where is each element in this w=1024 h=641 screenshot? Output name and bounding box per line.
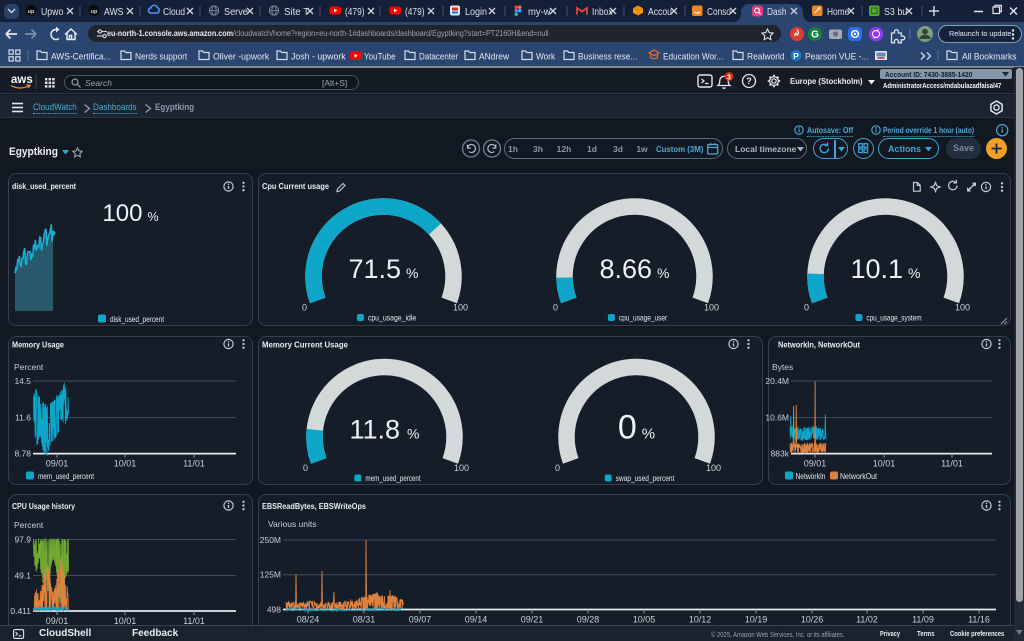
svg-text:cpu_usage_system: cpu_usage_system bbox=[866, 313, 921, 323]
svg-text:Cpu Current usage: Cpu Current usage bbox=[262, 181, 329, 191]
svg-text:10.1: 10.1 bbox=[851, 254, 904, 284]
svg-text:11/01: 11/01 bbox=[941, 459, 963, 469]
svg-text:disk_used_percent: disk_used_percent bbox=[110, 314, 164, 324]
svg-text:49.1: 49.1 bbox=[14, 571, 31, 581]
svg-text:11/16: 11/16 bbox=[968, 615, 990, 625]
svg-text:97.9: 97.9 bbox=[14, 535, 31, 545]
svg-text:100: 100 bbox=[955, 303, 970, 313]
svg-text:0: 0 bbox=[618, 409, 637, 447]
svg-text:Memory Usage: Memory Usage bbox=[12, 340, 64, 350]
svg-text:08/24: 08/24 bbox=[297, 615, 320, 625]
svg-text:100: 100 bbox=[454, 463, 469, 473]
svg-text:11/09: 11/09 bbox=[912, 615, 934, 625]
svg-text:10/01: 10/01 bbox=[114, 459, 137, 469]
svg-text:10/19: 10/19 bbox=[745, 615, 768, 625]
svg-text:0: 0 bbox=[555, 463, 560, 473]
svg-text:Percent: Percent bbox=[14, 362, 44, 372]
svg-text:Various units: Various units bbox=[268, 519, 317, 529]
svg-text:498: 498 bbox=[267, 605, 281, 615]
svg-text:20.4M: 20.4M bbox=[765, 376, 789, 386]
svg-text:8.66: 8.66 bbox=[600, 254, 653, 284]
svg-text:0: 0 bbox=[302, 303, 307, 313]
svg-text:10/05: 10/05 bbox=[633, 615, 656, 625]
svg-text:125M: 125M bbox=[260, 570, 281, 580]
svg-text:09/01: 09/01 bbox=[46, 459, 69, 469]
svg-text:10/26: 10/26 bbox=[801, 615, 824, 625]
svg-text:11.8: 11.8 bbox=[350, 415, 401, 445]
svg-text:cpu_usage_idle: cpu_usage_idle bbox=[368, 313, 417, 323]
svg-text:0: 0 bbox=[553, 303, 558, 313]
svg-text:100: 100 bbox=[102, 200, 142, 227]
svg-text:09/21: 09/21 bbox=[521, 615, 544, 625]
svg-text:%: % bbox=[407, 426, 419, 442]
svg-text:Percent: Percent bbox=[14, 520, 44, 530]
svg-text:EBSReadBytes, EBSWriteOps: EBSReadBytes, EBSWriteOps bbox=[262, 501, 366, 511]
svg-text:11/02: 11/02 bbox=[856, 615, 878, 625]
svg-text:NetworkIn, NetworkOut: NetworkIn, NetworkOut bbox=[778, 340, 860, 350]
svg-text:71.5: 71.5 bbox=[349, 254, 402, 284]
svg-text:100: 100 bbox=[453, 303, 468, 313]
svg-text:CPU Usage history: CPU Usage history bbox=[12, 501, 75, 511]
svg-text:10.6M: 10.6M bbox=[765, 413, 789, 423]
svg-text:disk_used_percent: disk_used_percent bbox=[12, 181, 76, 191]
svg-text:cpu_usage_user: cpu_usage_user bbox=[619, 313, 667, 323]
svg-text:mem_used_percent: mem_used_percent bbox=[38, 471, 94, 481]
svg-text:10/12: 10/12 bbox=[689, 615, 712, 625]
svg-text:0: 0 bbox=[303, 463, 308, 473]
svg-text:%: % bbox=[908, 265, 920, 281]
svg-text:0.411: 0.411 bbox=[10, 606, 31, 616]
svg-text:%: % bbox=[657, 265, 669, 281]
svg-text:%: % bbox=[148, 210, 159, 224]
svg-text:250M: 250M bbox=[260, 535, 281, 545]
svg-text:09/14: 09/14 bbox=[465, 615, 488, 625]
svg-text:%: % bbox=[642, 426, 655, 443]
svg-text:09/07: 09/07 bbox=[409, 615, 432, 625]
svg-text:09/01: 09/01 bbox=[804, 459, 827, 469]
svg-text:14.5: 14.5 bbox=[14, 376, 31, 386]
svg-text:mem_used_percent: mem_used_percent bbox=[365, 473, 421, 483]
svg-text:100: 100 bbox=[704, 303, 719, 313]
svg-text:100: 100 bbox=[706, 463, 721, 473]
svg-text:Memory Current Usage: Memory Current Usage bbox=[262, 340, 348, 350]
svg-text:11.6: 11.6 bbox=[15, 413, 31, 423]
svg-text:8.78: 8.78 bbox=[14, 449, 31, 459]
svg-text:%: % bbox=[406, 265, 418, 281]
svg-text:0: 0 bbox=[804, 303, 809, 313]
svg-text:Bytes: Bytes bbox=[772, 362, 793, 372]
svg-text:883k: 883k bbox=[771, 449, 790, 459]
svg-text:NetworkOut: NetworkOut bbox=[840, 471, 878, 481]
svg-text:11/01: 11/01 bbox=[183, 459, 205, 469]
svg-text:09/28: 09/28 bbox=[577, 615, 600, 625]
svg-text:swap_used_percent: swap_used_percent bbox=[616, 473, 675, 483]
svg-text:10/01: 10/01 bbox=[873, 459, 896, 469]
svg-text:NetworkIn: NetworkIn bbox=[796, 471, 826, 481]
svg-text:08/31: 08/31 bbox=[353, 615, 376, 625]
